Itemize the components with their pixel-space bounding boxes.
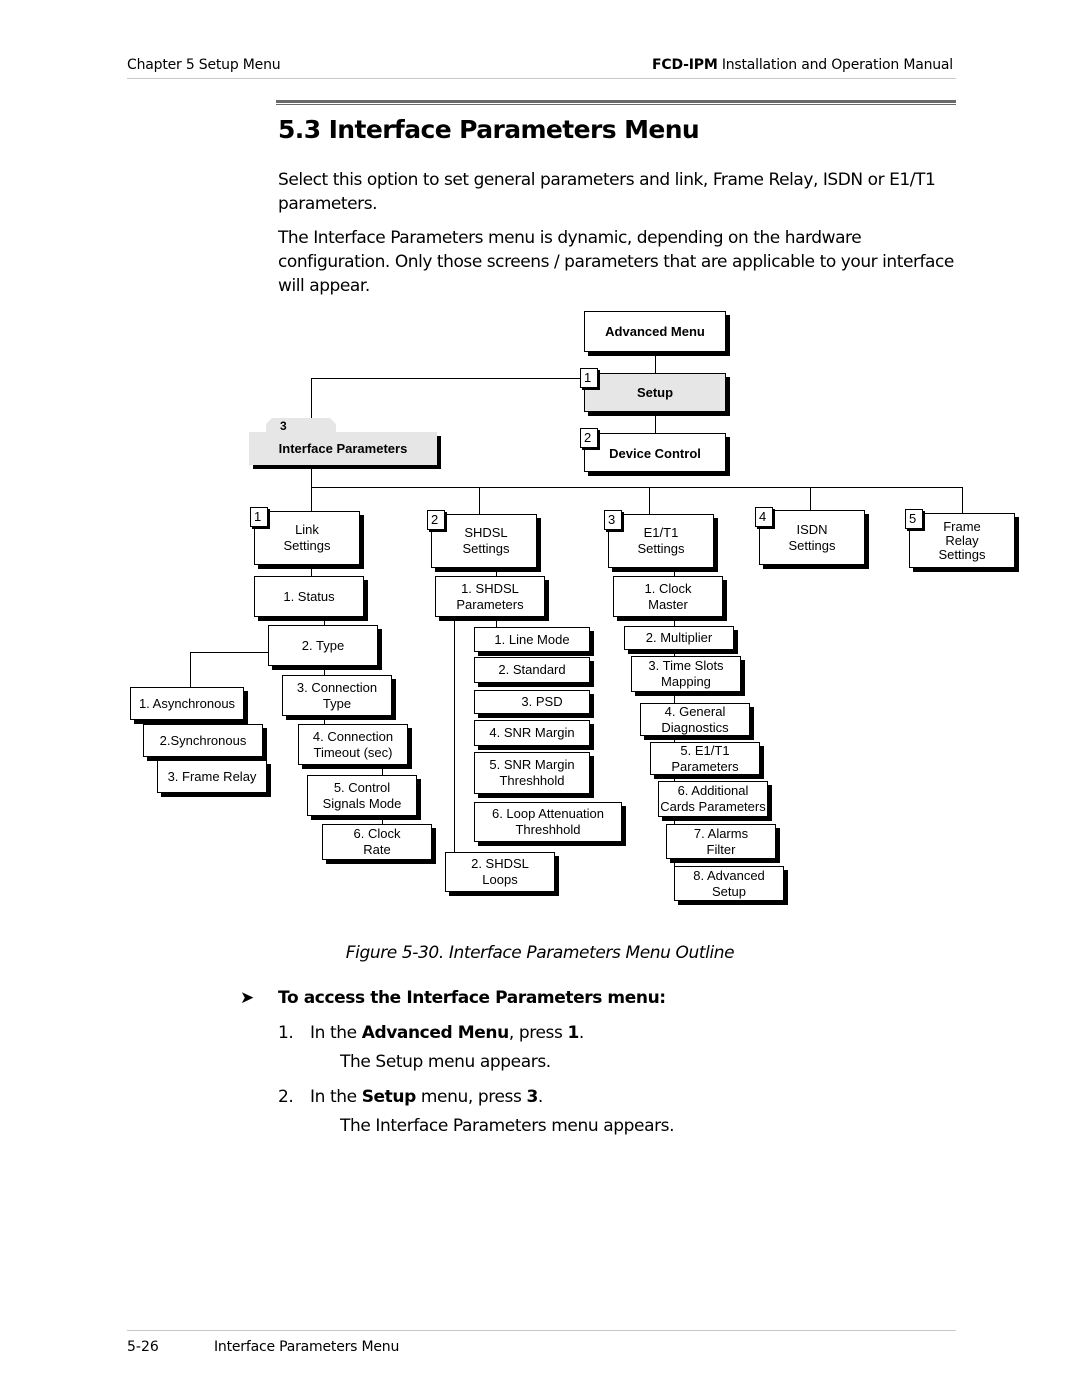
device-control-number: 2 (580, 428, 598, 448)
setup-node: Setup (584, 373, 726, 412)
connector (496, 568, 497, 576)
shdsl-parameters-node: 1. SHDSL Parameters (435, 576, 545, 617)
clock-master-node: 1. Clock Master (613, 576, 723, 617)
connector (674, 617, 675, 626)
connector (311, 466, 312, 487)
connector (962, 487, 963, 513)
control-signals-mode-node: 5. Control Signals Mode (307, 775, 417, 816)
advanced-setup-node: 8. Advanced Setup (674, 866, 784, 901)
connector (454, 617, 455, 852)
loop-attenuation-threshold-node: 6. Loop Attenuation Threshhold (474, 802, 622, 842)
interface-parameters-node: Interface Parameters (249, 432, 437, 465)
connector (324, 617, 325, 625)
link-type-node: 2. Type (268, 625, 378, 666)
connector (324, 716, 325, 724)
connector (674, 859, 675, 866)
shdsl-settings-number: 2 (427, 510, 445, 530)
page-number: 5-26 (127, 1339, 159, 1355)
device-control-node: Device Control (584, 433, 726, 472)
procedure-title: To access the Interface Parameters menu: (278, 988, 666, 1008)
section-rule (276, 100, 956, 103)
connector (190, 652, 191, 687)
connection-timeout-node: 4. Connection Timeout (sec) (298, 724, 408, 765)
type-option-frame-relay: 3. Frame Relay (157, 760, 267, 793)
link-status-node: 1. Status (254, 576, 364, 617)
multiplier-node: 2. Multiplier (624, 626, 734, 650)
connector (496, 617, 497, 627)
procedure-step-result: The Interface Parameters menu appears. (340, 1116, 675, 1136)
snr-margin-threshold-node: 5. SNR Margin Threshhold (474, 752, 590, 794)
dynamic-menu-paragraph: The Interface Parameters menu is dynamic… (278, 228, 954, 296)
frame-relay-settings-number: 5 (905, 509, 923, 529)
frame-relay-settings-node: Frame Relay Settings (909, 513, 1015, 568)
connector (190, 652, 268, 653)
connector (311, 487, 312, 512)
isdn-settings-number: 4 (755, 507, 773, 527)
connector (324, 666, 325, 675)
advanced-menu-node: Advanced Menu (584, 311, 726, 352)
connector (311, 565, 312, 576)
e1t1-settings-number: 3 (604, 510, 622, 530)
connector (810, 487, 811, 510)
intro-paragraph: Select this option to set general parame… (278, 170, 936, 214)
connector (311, 378, 312, 418)
general-diagnostics-node: 4. General Diagnostics (640, 703, 750, 736)
arrow-icon: ➤ (240, 988, 254, 1008)
procedure-step-result: The Setup menu appears. (340, 1052, 551, 1072)
psd-node: 3. PSD (474, 690, 590, 714)
line-mode-node: 1. Line Mode (474, 627, 590, 652)
header-divider (127, 78, 956, 79)
manual-title: Installation and Operation Manual (717, 57, 953, 73)
connector (655, 413, 656, 433)
link-settings-node: Link Settings (254, 511, 360, 565)
clock-rate-node: 6. Clock Rate (322, 824, 432, 860)
procedure-heading: ➤ To access the Interface Parameters menu… (240, 988, 666, 1008)
footer-divider (127, 1330, 956, 1331)
standard-node: 2. Standard (474, 657, 590, 683)
shdsl-settings-node: SHDSL Settings (431, 514, 537, 568)
connector (311, 378, 583, 379)
running-header-chapter: Chapter 5 Setup Menu (127, 57, 281, 73)
setup-number: 1 (580, 368, 598, 388)
snr-margin-node: 4. SNR Margin (474, 720, 590, 746)
type-option-synchronous: 2.Synchronous (143, 724, 263, 757)
connector (674, 817, 675, 824)
type-option-asynchronous: 1. Asynchronous (130, 687, 244, 720)
section-title: 5.3 Interface Parameters Menu (278, 115, 700, 144)
link-settings-number: 1 (250, 507, 268, 527)
figure-caption: Figure 5-30. Interface Parameters Menu O… (345, 943, 735, 963)
connector (674, 692, 675, 703)
manual-product: FCD-IPM (652, 57, 718, 73)
section-rule-thin (276, 104, 956, 105)
procedure-step: 2. In the Setup menu, press 3. (278, 1087, 543, 1107)
running-header-manual: FCD-IPM Installation and Operation Manua… (652, 57, 953, 73)
connector (479, 487, 480, 514)
alarms-filter-node: 7. Alarms Filter (666, 824, 776, 859)
connector (311, 487, 963, 488)
footer-title: Interface Parameters Menu (214, 1339, 400, 1355)
shdsl-loops-node: 2. SHDSL Loops (445, 852, 555, 892)
e1t1-settings-node: E1/T1 Settings (608, 514, 714, 568)
connector (382, 765, 383, 775)
procedure-step: 1. In the Advanced Menu, press 1. (278, 1023, 584, 1043)
connector (674, 568, 675, 576)
additional-cards-parameters-node: 6. Additional Cards Parameters (658, 781, 768, 817)
connector (382, 816, 383, 824)
connector (655, 353, 656, 373)
connector (649, 487, 650, 514)
time-slots-mapping-node: 3. Time Slots Mapping (631, 656, 741, 692)
e1t1-parameters-node: 5. E1/T1 Parameters (650, 742, 760, 775)
isdn-settings-node: ISDN Settings (759, 510, 865, 565)
connection-type-node: 3. Connection Type (282, 675, 392, 716)
